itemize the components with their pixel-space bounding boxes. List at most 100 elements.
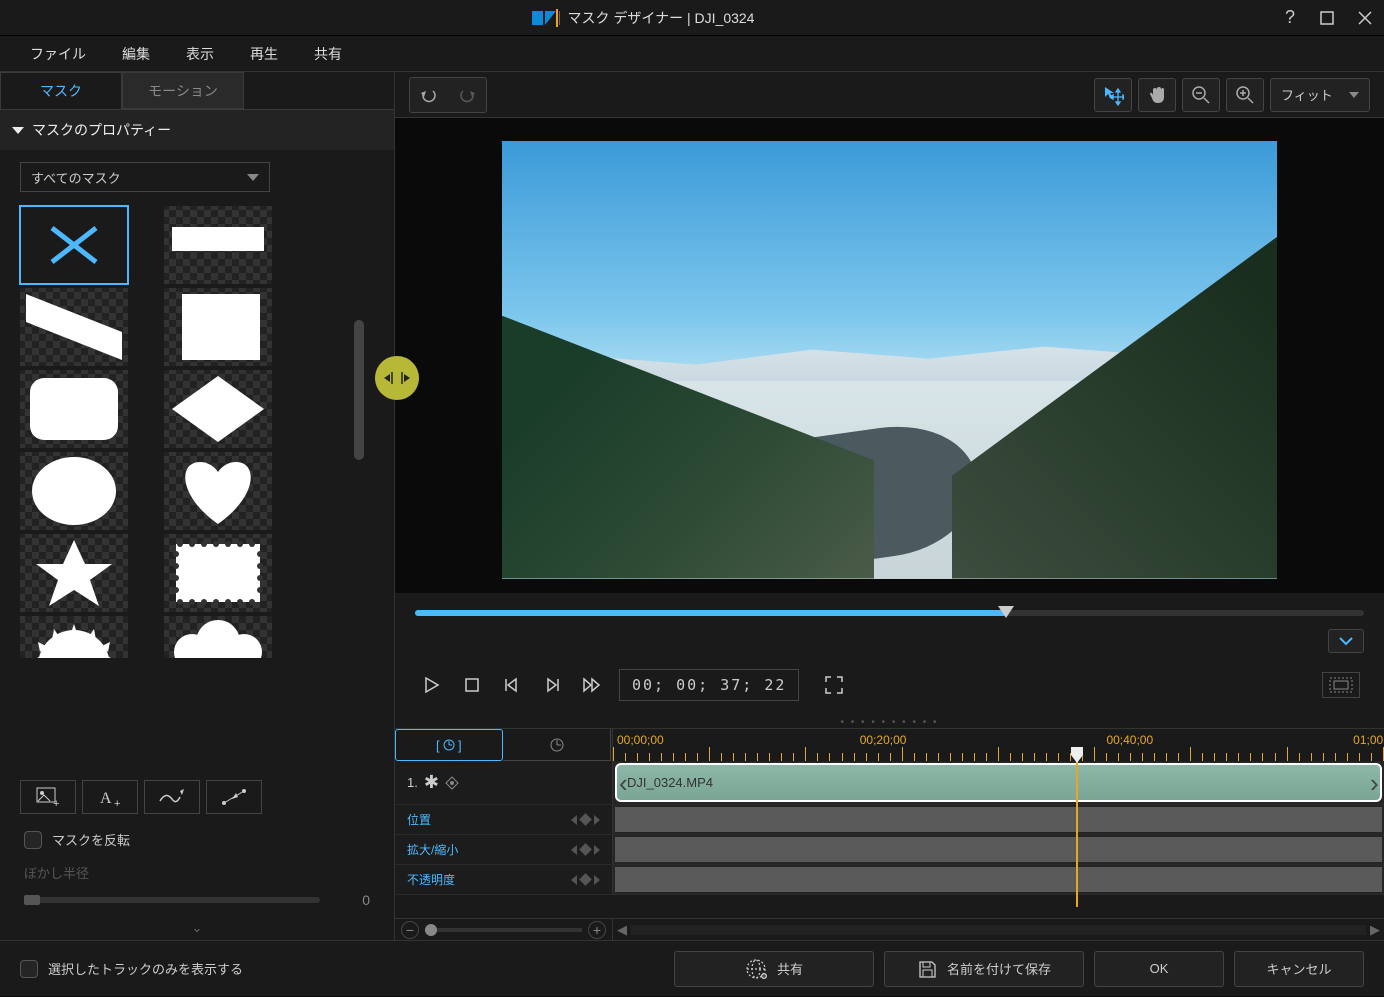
menu-file[interactable]: ファイル <box>12 38 104 70</box>
redo-button[interactable] <box>450 80 484 110</box>
invert-mask-checkbox[interactable] <box>24 831 42 849</box>
add-keyframe-icon[interactable] <box>579 843 592 856</box>
mask-category-dropdown[interactable]: すべてのマスク <box>20 162 270 192</box>
zoom-in-button[interactable] <box>1226 78 1264 112</box>
tab-motion[interactable]: モーション <box>122 72 244 109</box>
footer: 選択したトラックのみを表示する 共有 名前を付けて保存 OK キャンセル <box>0 940 1384 996</box>
mask-star[interactable] <box>20 534 128 612</box>
zoom-fit-label: フィット <box>1281 85 1333 104</box>
close-button[interactable] <box>1354 7 1376 29</box>
mask-tools: + A+ <box>0 770 394 824</box>
zoom-out-button[interactable] <box>1182 78 1220 112</box>
playback-controls: 00; 00; 37; 22 <box>395 653 1384 717</box>
pen-mask-button[interactable] <box>206 780 262 814</box>
next-keyframe-icon[interactable] <box>594 845 600 855</box>
mask-triangle[interactable] <box>20 288 128 366</box>
keyframe-icon <box>445 776 459 790</box>
safe-zone-button[interactable] <box>1322 672 1360 698</box>
save-as-button[interactable]: 名前を付けて保存 <box>884 951 1084 987</box>
blur-radius-value: 0 <box>340 892 370 908</box>
keyframe-mode-time[interactable]: [] <box>395 729 503 761</box>
maximize-button[interactable] <box>1316 7 1338 29</box>
fullscreen-button[interactable] <box>821 672 847 698</box>
prev-keyframe-icon[interactable] <box>571 815 577 825</box>
clip-label: DJI_0324.MP4 <box>627 775 713 790</box>
menu-view[interactable]: 表示 <box>168 38 232 70</box>
menu-playback[interactable]: 再生 <box>232 38 296 70</box>
help-button[interactable]: ? <box>1278 7 1300 29</box>
mask-rectangle[interactable] <box>164 206 272 284</box>
mask-diamond[interactable] <box>164 370 272 448</box>
timeline-zoom-in[interactable]: + <box>588 921 606 939</box>
text-mask-button[interactable]: A+ <box>82 780 138 814</box>
timeline-opacity-row: 不透明度 <box>395 865 1384 895</box>
preview-viewport[interactable] <box>502 141 1277 579</box>
tab-mask[interactable]: マスク <box>0 72 122 109</box>
cancel-button[interactable]: キャンセル <box>1234 951 1364 987</box>
fast-forward-button[interactable] <box>579 672 605 698</box>
h-scroll-left-icon[interactable]: ◀ <box>617 922 627 938</box>
keyframe-mode-clip[interactable] <box>503 729 611 761</box>
timeline-clip[interactable]: DJI_0324.MP4 <box>615 763 1382 802</box>
next-keyframe-icon[interactable] <box>594 815 600 825</box>
ok-button[interactable]: OK <box>1094 951 1224 987</box>
left-panel: マスク モーション マスクのプロパティー すべてのマスク <box>0 72 395 940</box>
expand-panel-button[interactable] <box>1328 629 1364 653</box>
clip-trim-right[interactable] <box>1370 771 1378 794</box>
prev-frame-button[interactable] <box>499 672 525 698</box>
mask-scrollbar[interactable] <box>354 320 364 620</box>
ruler-label: 00;20;00 <box>860 733 907 747</box>
mask-stamp[interactable] <box>164 534 272 612</box>
section-mask-properties[interactable]: マスクのプロパティー <box>0 110 394 150</box>
hand-tool-button[interactable] <box>1138 78 1176 112</box>
chevron-down-icon <box>1349 92 1359 98</box>
zoom-fit-dropdown[interactable]: フィット <box>1270 78 1370 112</box>
mask-none[interactable] <box>20 206 128 284</box>
save-icon <box>917 959 937 979</box>
brush-mask-button[interactable] <box>144 780 200 814</box>
show-selected-track-checkbox[interactable] <box>20 960 38 978</box>
preview-toolbar: フィット <box>395 72 1384 118</box>
chevron-down-icon <box>247 174 259 181</box>
h-scroll-right-icon[interactable]: ▶ <box>1370 922 1380 938</box>
mask-cloud[interactable] <box>164 616 272 658</box>
timeline-zoom-slider[interactable] <box>425 928 582 932</box>
play-button[interactable] <box>419 672 445 698</box>
stop-button[interactable] <box>459 672 485 698</box>
share-button[interactable]: 共有 <box>674 951 874 987</box>
prev-keyframe-icon[interactable] <box>571 875 577 885</box>
mask-burst[interactable] <box>20 616 128 658</box>
ruler-label: 00;00;00 <box>617 733 664 747</box>
prev-keyframe-icon[interactable] <box>571 845 577 855</box>
image-mask-button[interactable]: + <box>20 780 76 814</box>
add-keyframe-icon[interactable] <box>579 813 592 826</box>
app-icon <box>532 9 560 27</box>
timeline-scale-row: 拡大/縮小 <box>395 835 1384 865</box>
menu-edit[interactable]: 編集 <box>104 38 168 70</box>
timeline-track-row: 1. ✱ DJI_0324.MP4 <box>395 761 1384 805</box>
panel-drag-handle[interactable]: • • • • • • • • • • <box>395 717 1384 728</box>
keyframe-lock-icon: ✱ <box>424 772 439 793</box>
timeline-zoom-out[interactable]: − <box>401 921 419 939</box>
mask-rounded-rect[interactable] <box>20 370 128 448</box>
mask-square[interactable] <box>164 288 272 366</box>
titlebar: マスク デザイナー | DJI_0324 ? <box>0 0 1384 36</box>
undo-button[interactable] <box>412 80 446 110</box>
timeline-h-scrollbar[interactable] <box>631 925 1366 935</box>
timecode-display[interactable]: 00; 00; 37; 22 <box>619 669 799 701</box>
timeline-position-row: 位置 <box>395 805 1384 835</box>
move-tool-button[interactable] <box>1094 78 1132 112</box>
next-frame-button[interactable] <box>539 672 565 698</box>
section-collapse-icon[interactable]: ⌄ <box>0 916 394 940</box>
menu-share[interactable]: 共有 <box>296 38 360 70</box>
mask-circle[interactable] <box>20 452 128 530</box>
add-keyframe-icon[interactable] <box>579 873 592 886</box>
timeline-ruler[interactable]: 00;00;00 00;20;00 00;40;00 01;00 <box>613 729 1384 761</box>
invert-mask-label: マスクを反転 <box>52 830 130 849</box>
preview-seekbar[interactable] <box>415 610 1364 616</box>
playhead[interactable] <box>1076 747 1078 907</box>
blur-radius-slider[interactable] <box>24 897 320 903</box>
next-keyframe-icon[interactable] <box>594 875 600 885</box>
mask-heart[interactable] <box>164 452 272 530</box>
clip-trim-left[interactable] <box>619 771 627 794</box>
